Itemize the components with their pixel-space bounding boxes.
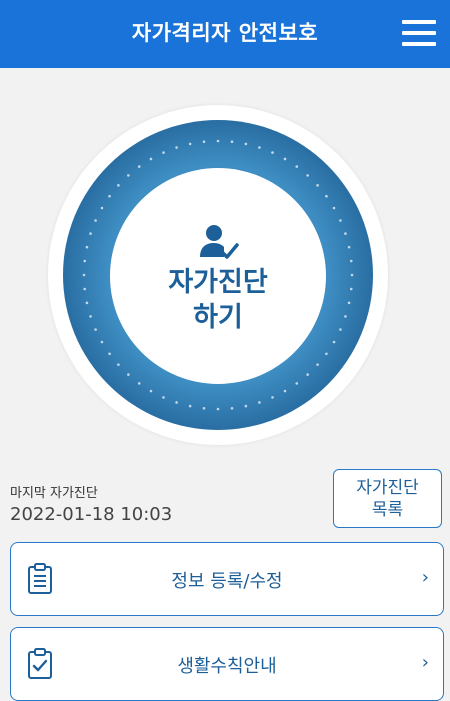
hamburger-menu-icon[interactable] <box>402 20 436 46</box>
chevron-right-icon: › <box>421 567 429 588</box>
chevron-right-icon: › <box>421 652 429 673</box>
info-edit-label: 정보 등록/수정 <box>171 571 283 592</box>
last-diagnosis-datetime: 2022-01-18 10:03 <box>10 504 173 525</box>
living-rules-label: 생활수칙안내 <box>177 656 277 677</box>
diagnosis-list-button[interactable]: 자가진단 목록 <box>333 469 442 528</box>
last-diagnosis-label: 마지막 자가진단 <box>10 486 98 501</box>
app-header: 자가격리자 안전보호 <box>0 0 450 68</box>
self-diagnosis-hero: 자가진단 하기 <box>0 68 450 460</box>
living-rules-button[interactable]: 생활수칙안내 › <box>10 627 444 701</box>
info-edit-button[interactable]: 정보 등록/수정 › <box>10 542 444 616</box>
self-diagnosis-label: 자가진단 하기 <box>168 267 268 333</box>
self-diagnosis-button[interactable]: 자가진단 하기 <box>110 168 326 384</box>
person-check-icon <box>200 225 239 259</box>
last-diagnosis-section: 마지막 자가진단 2022-01-18 10:03 자가진단 목록 <box>0 460 450 540</box>
page-title: 자가격리자 안전보호 <box>131 21 319 45</box>
